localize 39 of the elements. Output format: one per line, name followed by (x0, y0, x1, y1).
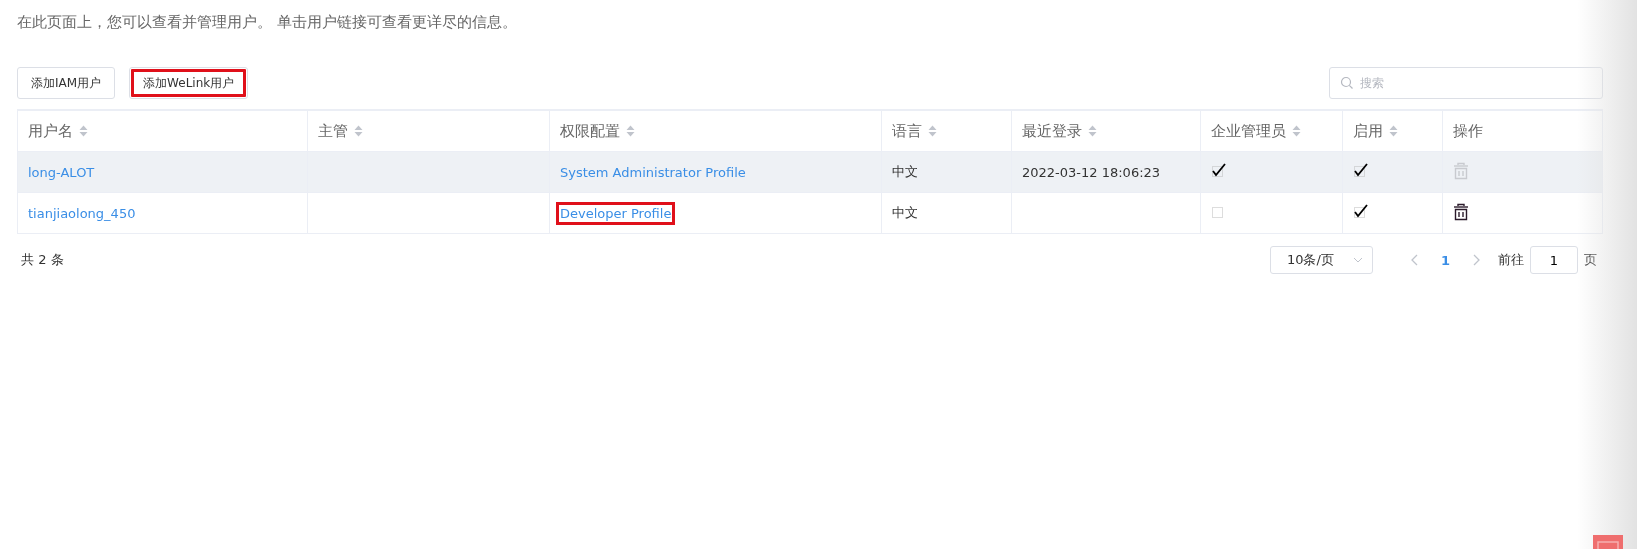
checkbox[interactable] (1211, 162, 1227, 179)
table-cell: 2022-03-12 18:06:23 (1022, 164, 1161, 180)
total-count: 共 2 条 (20, 251, 64, 269)
chevron-down-icon (1352, 257, 1363, 263)
column-header: 操作 (1453, 121, 1483, 141)
table-cell: 中文 (892, 205, 918, 220)
sort-icon[interactable] (626, 125, 635, 137)
trash-icon[interactable] (1453, 202, 1469, 221)
page-unit: 页 (1584, 251, 1597, 269)
page-input[interactable]: 1 (1530, 246, 1578, 274)
sort-icon[interactable] (928, 125, 937, 137)
column-header: 权限配置 (560, 121, 620, 141)
checkbox[interactable] (1353, 203, 1369, 220)
table-row[interactable]: tianjiaolong_450 Developer Profile 中文 (17, 192, 1603, 234)
sort-icon[interactable] (79, 125, 88, 137)
column-header: 最近登录 (1022, 121, 1082, 141)
sort-icon[interactable] (354, 125, 363, 137)
column-header: 用户名 (28, 121, 73, 141)
column-header: 企业管理员 (1211, 121, 1286, 141)
next-page-icon[interactable] (1472, 254, 1480, 266)
checkbox[interactable] (1353, 162, 1369, 179)
goto-label: 前往 (1498, 251, 1524, 269)
table-cell: 中文 (892, 164, 918, 179)
page-description: 在此页面上，您可以查看并管理用户。 单击用户链接可查看更详尽的信息。 (17, 12, 518, 33)
column-header: 语言 (892, 121, 922, 141)
chat-button[interactable] (1593, 535, 1623, 549)
add-user-button[interactable]: 添加WeLink用户 (129, 67, 249, 99)
chat-icon (1597, 541, 1619, 549)
username-link[interactable]: tianjiaolong_450 (28, 205, 136, 221)
search-icon (1340, 76, 1354, 90)
table-row[interactable]: long-ALOT System Administrator Profile 中文 2022-03-12 18:06:23 (17, 151, 1603, 193)
column-header: 启用 (1353, 121, 1383, 141)
previous-page-icon[interactable] (1410, 254, 1419, 266)
page-size-select[interactable]: 10条/页 (1269, 246, 1373, 274)
sort-icon[interactable] (1389, 125, 1398, 137)
sort-icon[interactable] (1292, 125, 1301, 137)
add-user-button[interactable]: 添加IAM用户 (17, 67, 116, 99)
column-header: 主管 (318, 121, 348, 141)
sort-icon[interactable] (1088, 125, 1097, 137)
